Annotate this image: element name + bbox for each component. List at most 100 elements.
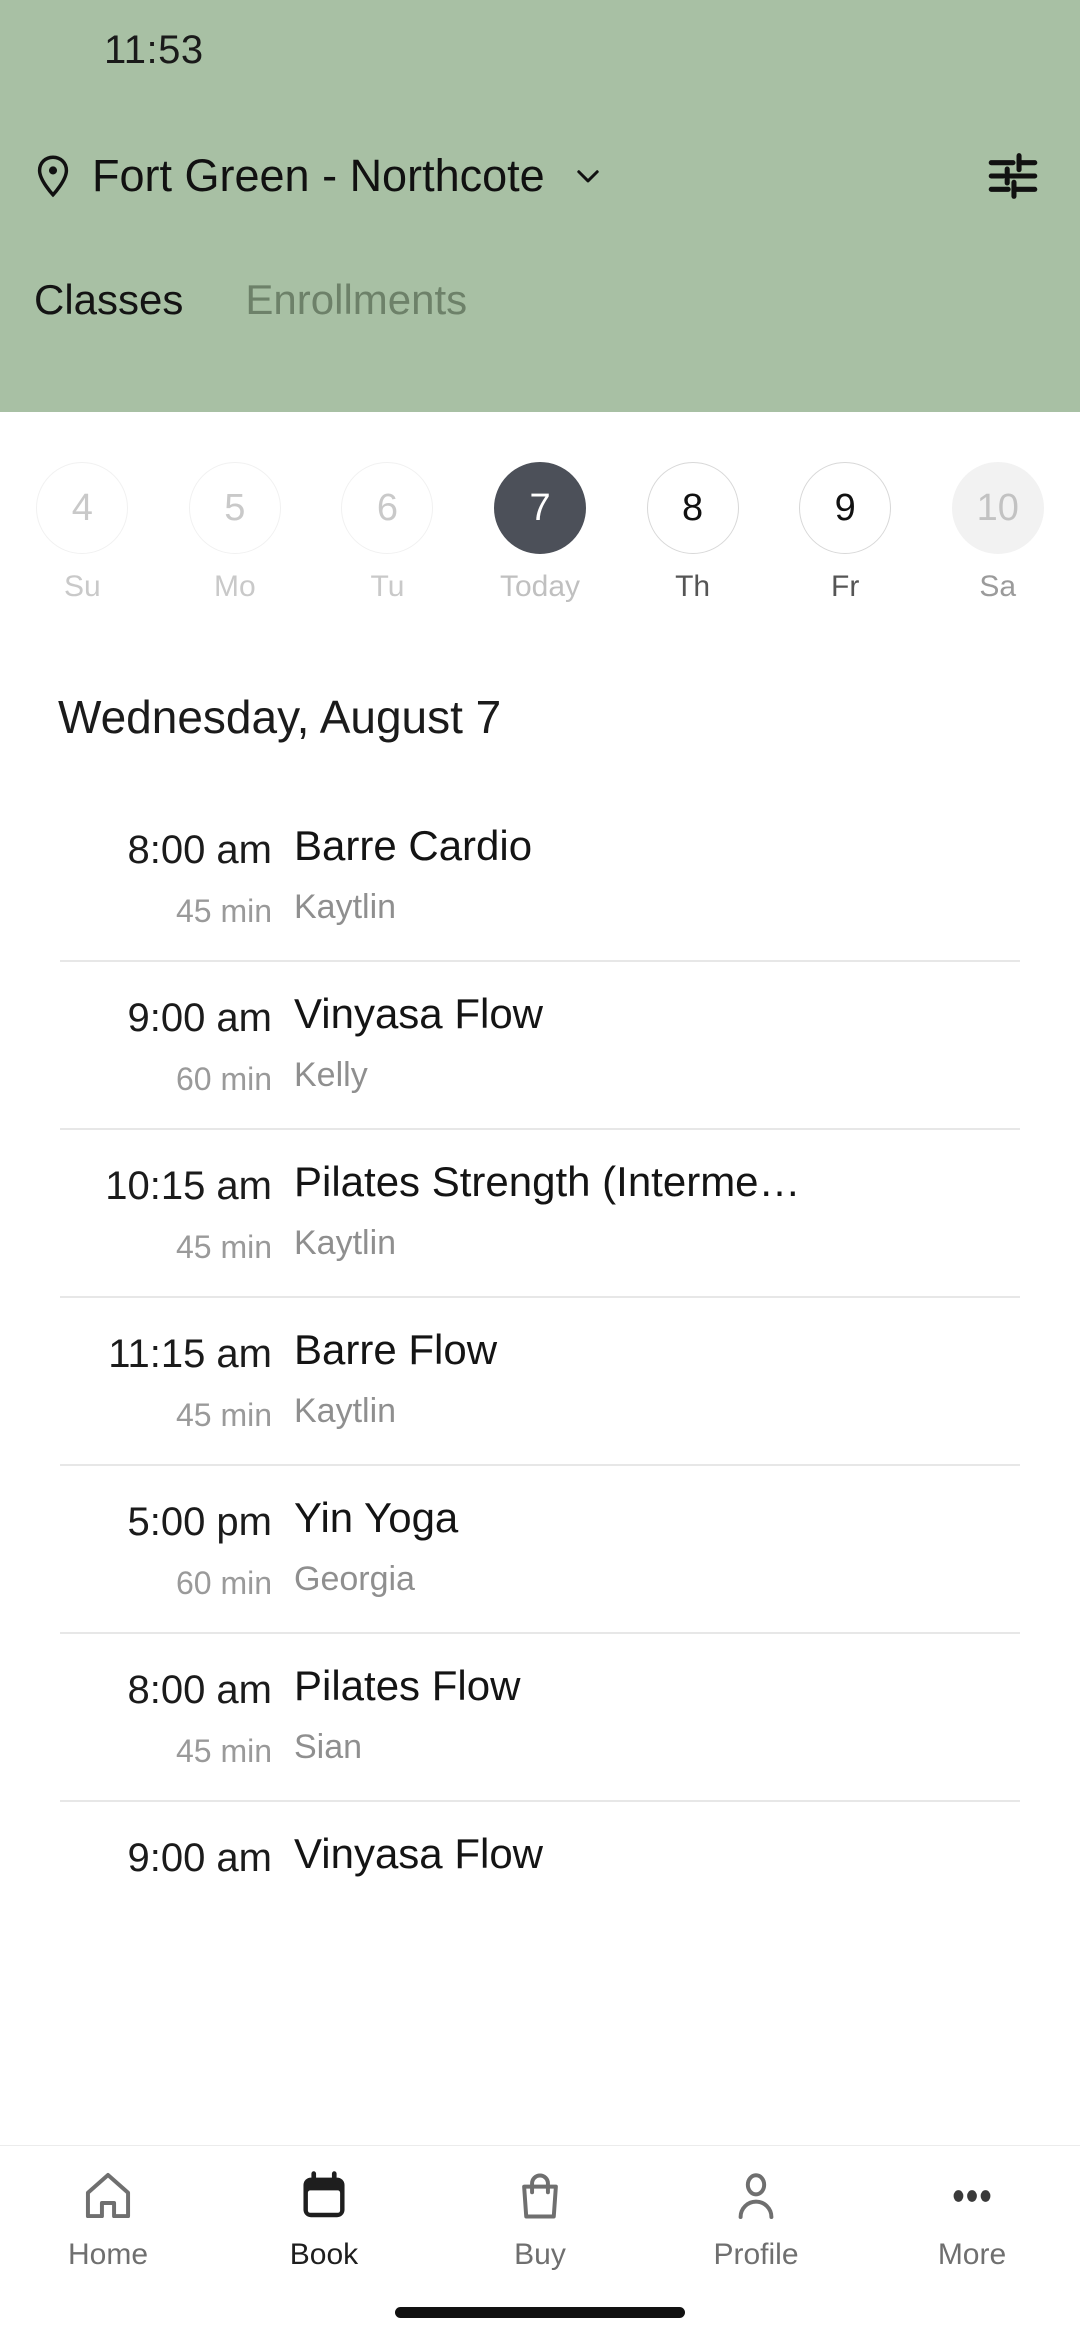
class-duration: 45 min bbox=[175, 893, 272, 929]
class-time: 11:15 am bbox=[108, 1332, 272, 1376]
class-time-column: 9:00 am bbox=[0, 1830, 290, 1901]
date-number-7: 7 bbox=[494, 462, 587, 554]
class-row[interactable]: 9:00 am Vinyasa Flow bbox=[0, 1800, 1080, 1931]
class-info-column: Pilates Strength (Interme… Kaytlin bbox=[290, 1158, 1040, 1263]
nav-label-book: Book bbox=[289, 2238, 359, 2271]
date-weekday-today: Today bbox=[499, 570, 581, 603]
date-strip: 4 Su 5 Mo 6 Tu 7 Today 8 Th 9 Fr 10 Sa bbox=[0, 412, 1080, 604]
class-time: 10:15 am bbox=[105, 1164, 272, 1208]
class-row[interactable]: 8:00 am 45 min Barre Cardio Kaytlin bbox=[0, 792, 1080, 960]
status-bar: 11:53 bbox=[0, 0, 1080, 100]
class-info-column: Barre Cardio Kaytlin bbox=[290, 822, 1040, 927]
class-teacher: Kaytlin bbox=[294, 1392, 397, 1430]
date-number-8: 8 bbox=[646, 462, 739, 554]
class-name: Pilates Flow bbox=[294, 1662, 521, 1709]
class-row[interactable]: 5:00 pm 60 min Yin Yoga Georgia bbox=[0, 1464, 1080, 1632]
class-teacher: Kaytlin bbox=[294, 888, 397, 926]
class-row[interactable]: 9:00 am 60 min Vinyasa Flow Kelly bbox=[0, 960, 1080, 1128]
nav-item-buy[interactable]: Buy bbox=[432, 2168, 648, 2272]
class-duration: 60 min bbox=[175, 1565, 272, 1601]
class-duration: 60 min bbox=[175, 1061, 272, 1097]
class-name: Yin Yoga bbox=[294, 1494, 459, 1541]
class-name: Barre Flow bbox=[294, 1326, 498, 1373]
nav-label-more: More bbox=[937, 2238, 1007, 2271]
class-name: Vinyasa Flow bbox=[294, 1830, 544, 1877]
nav-item-more[interactable]: More bbox=[864, 2168, 1080, 2272]
date-cell-7-today[interactable]: 7 Today bbox=[464, 462, 617, 604]
date-weekday-10: Sa bbox=[979, 570, 1017, 603]
class-time: 8:00 am bbox=[127, 828, 272, 872]
class-info-column: Barre Flow Kaytlin bbox=[290, 1326, 1040, 1431]
date-cell-6[interactable]: 6 Tu bbox=[311, 462, 464, 604]
date-weekday-5: Mo bbox=[214, 570, 256, 603]
date-number-10: 10 bbox=[951, 462, 1044, 554]
class-teacher: Kelly bbox=[294, 1056, 368, 1094]
date-weekday-9: Fr bbox=[831, 570, 860, 603]
date-number-5: 5 bbox=[188, 462, 281, 554]
class-time: 9:00 am bbox=[127, 996, 272, 1040]
class-list: 8:00 am 45 min Barre Cardio Kaytlin 9:00… bbox=[0, 792, 1080, 1931]
class-duration: 45 min bbox=[175, 1397, 272, 1433]
class-time-column: 11:15 am 45 min bbox=[0, 1326, 290, 1434]
shopping-bag-icon bbox=[522, 2173, 558, 2219]
class-time-column: 5:00 pm 60 min bbox=[0, 1494, 290, 1602]
nav-item-profile[interactable]: Profile bbox=[648, 2168, 864, 2272]
date-number-4: 4 bbox=[36, 462, 129, 554]
date-cell-9[interactable]: 9 Fr bbox=[769, 462, 922, 604]
location-pin-icon bbox=[37, 155, 69, 198]
status-bar-clock: 11:53 bbox=[104, 27, 204, 72]
class-teacher: Sian bbox=[294, 1728, 363, 1766]
nav-item-book[interactable]: Book bbox=[216, 2168, 432, 2272]
ellipsis-icon bbox=[953, 2190, 991, 2202]
nav-label-home: Home bbox=[67, 2238, 149, 2271]
class-teacher: Kaytlin bbox=[294, 1224, 397, 1262]
class-teacher: Georgia bbox=[294, 1560, 415, 1598]
nav-label-buy: Buy bbox=[514, 2238, 566, 2271]
class-info-column: Pilates Flow Sian bbox=[290, 1662, 1040, 1767]
class-time: 5:00 pm bbox=[127, 1500, 272, 1544]
class-info-column: Yin Yoga Georgia bbox=[290, 1494, 1040, 1599]
bottom-navigation: Home Book Buy Profile More bbox=[0, 2145, 1080, 2340]
header-tabs: Classes Enrollments bbox=[0, 272, 1080, 328]
class-name: Vinyasa Flow bbox=[294, 990, 544, 1037]
date-weekday-8: Th bbox=[675, 570, 711, 603]
class-name: Pilates Strength (Interme… bbox=[294, 1158, 801, 1205]
app-root: 11:53 Fort Green - Northcote Classes Enr… bbox=[0, 0, 1080, 2340]
class-row[interactable]: 11:15 am 45 min Barre Flow Kaytlin bbox=[0, 1296, 1080, 1464]
class-time: 9:00 am bbox=[127, 1836, 272, 1880]
person-icon bbox=[738, 2173, 774, 2219]
location-selector[interactable]: Fort Green - Northcote bbox=[0, 122, 1080, 230]
date-weekday-4: Su bbox=[63, 570, 101, 603]
app-header: 11:53 Fort Green - Northcote Classes Enr… bbox=[0, 0, 1080, 412]
calendar-icon bbox=[303, 2171, 345, 2218]
class-name: Barre Cardio bbox=[294, 822, 533, 869]
home-indicator-bar bbox=[395, 2307, 685, 2318]
class-info-column: Vinyasa Flow bbox=[290, 1830, 1040, 1896]
date-cell-4[interactable]: 4 Su bbox=[6, 462, 159, 604]
nav-item-home[interactable]: Home bbox=[0, 2168, 216, 2272]
class-info-column: Vinyasa Flow Kelly bbox=[290, 990, 1040, 1095]
class-time-column: 10:15 am 45 min bbox=[0, 1158, 290, 1266]
chevron-down-icon[interactable] bbox=[571, 159, 605, 193]
date-number-6: 6 bbox=[341, 462, 434, 554]
location-name-label: Fort Green - Northcote bbox=[92, 150, 545, 201]
class-row[interactable]: 8:00 am 45 min Pilates Flow Sian bbox=[0, 1632, 1080, 1800]
nav-label-profile: Profile bbox=[713, 2238, 799, 2271]
date-cell-8[interactable]: 8 Th bbox=[616, 462, 769, 604]
tab-enrollments[interactable]: Enrollments bbox=[235, 272, 477, 328]
class-duration: 45 min bbox=[175, 1229, 272, 1265]
class-duration: 45 min bbox=[175, 1733, 272, 1769]
class-time-column: 8:00 am 45 min bbox=[0, 1662, 290, 1770]
class-time-column: 8:00 am 45 min bbox=[0, 822, 290, 930]
home-icon bbox=[85, 2173, 131, 2219]
date-cell-5[interactable]: 5 Mo bbox=[159, 462, 312, 604]
class-time-column: 9:00 am 60 min bbox=[0, 990, 290, 1098]
tab-classes[interactable]: Classes bbox=[24, 272, 193, 328]
filter-sliders-icon[interactable] bbox=[984, 147, 1042, 205]
date-cell-10[interactable]: 10 Sa bbox=[921, 462, 1074, 604]
class-time: 8:00 am bbox=[127, 1668, 272, 1712]
date-weekday-6: Tu bbox=[370, 570, 405, 603]
date-number-9: 9 bbox=[799, 462, 892, 554]
day-heading: Wednesday, August 7 bbox=[58, 691, 502, 743]
class-row[interactable]: 10:15 am 45 min Pilates Strength (Interm… bbox=[0, 1128, 1080, 1296]
